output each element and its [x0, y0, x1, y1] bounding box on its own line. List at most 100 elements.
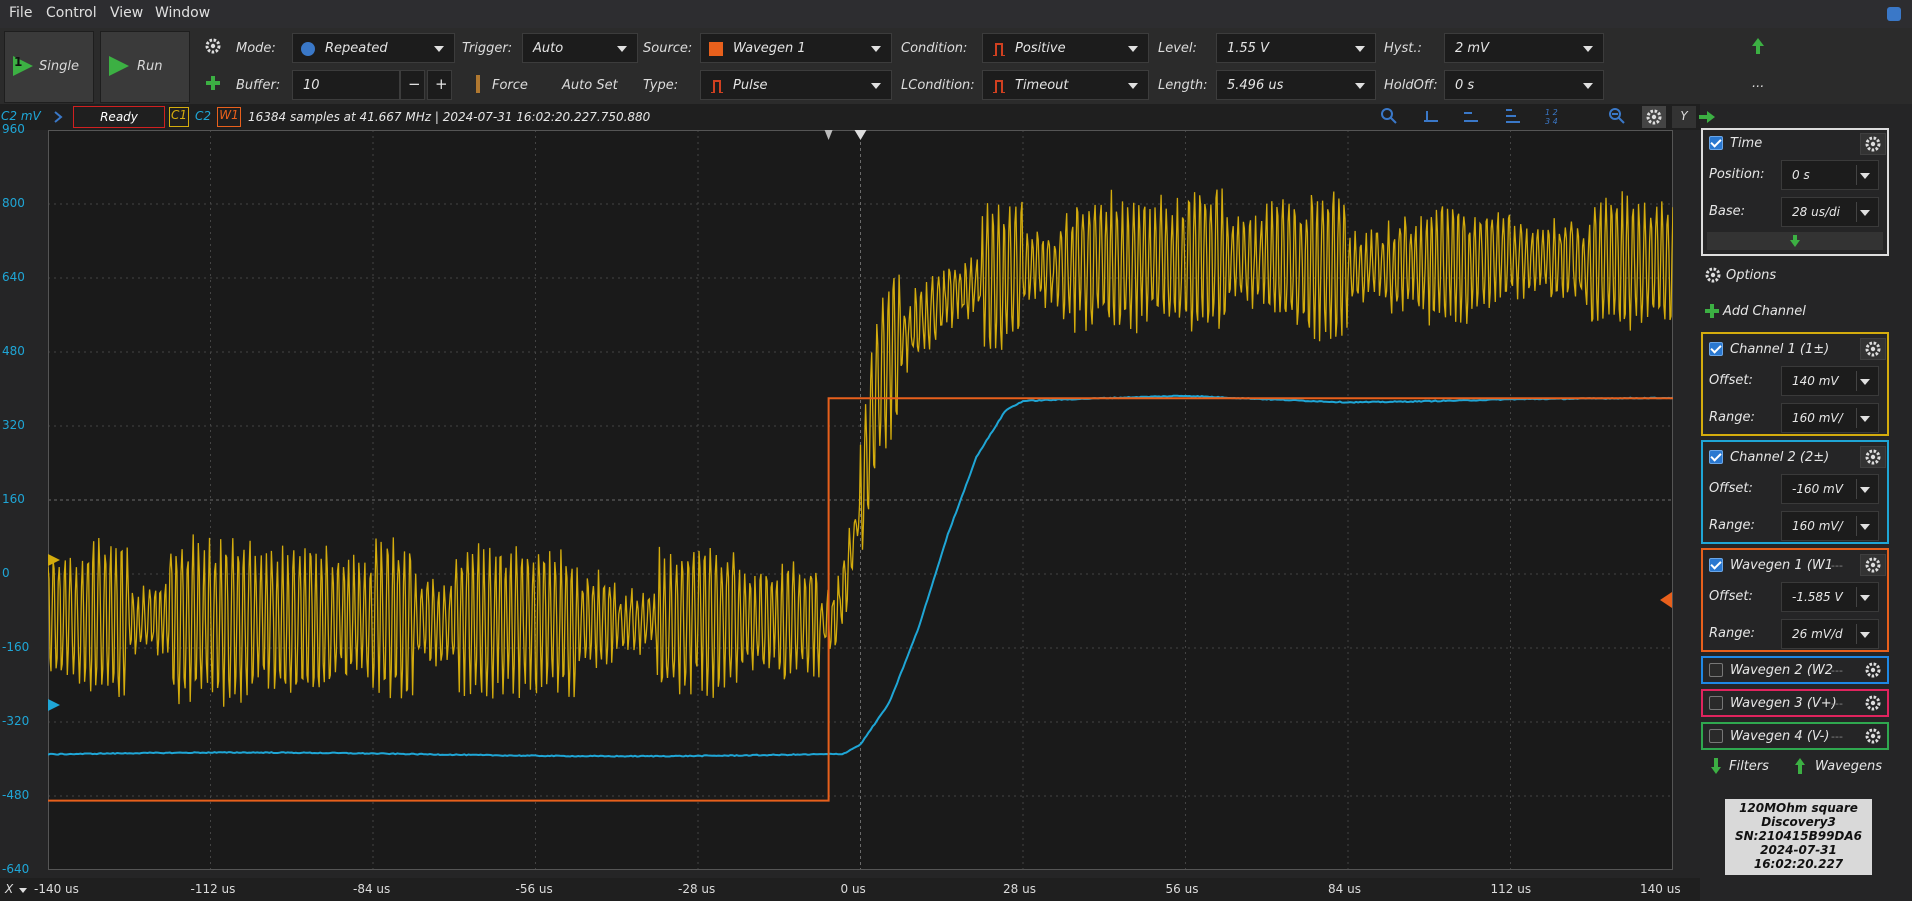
length-input[interactable]: 5.496 us: [1216, 70, 1376, 100]
collapse-up-icon[interactable]: [1750, 37, 1766, 55]
channel-order-icon[interactable]: 1 23 4: [1544, 107, 1564, 125]
channel2-offset-input[interactable]: -160 mV: [1781, 474, 1879, 504]
zoom-out-icon[interactable]: [1608, 107, 1626, 125]
window-restore-icon[interactable]: [1887, 7, 1901, 21]
state-text: Ready: [100, 110, 138, 124]
x-axis-dropdown-icon[interactable]: [19, 888, 27, 893]
trigger-label: Trigger:: [462, 41, 513, 56]
time-settings-button[interactable]: [1860, 133, 1886, 155]
collapse-right-icon[interactable]: [1698, 110, 1716, 124]
run-label: Run: [137, 59, 163, 74]
x-tick-label: 28 us: [1003, 882, 1036, 896]
gear-icon[interactable]: [1705, 267, 1721, 283]
arrow-up-icon[interactable]: [1794, 757, 1806, 775]
y-tick-label: 0: [2, 566, 10, 580]
wavegen1-range-input[interactable]: 26 mV/d: [1781, 619, 1879, 649]
chevron-down-icon: [1355, 83, 1365, 89]
time-position-input[interactable]: 0 s: [1781, 160, 1879, 190]
trigger-level-marker: [1660, 592, 1672, 608]
holdoff-input[interactable]: 0 s: [1444, 70, 1604, 100]
acquisition-info: 16384 samples at 41.667 MHz | 2024-07-31…: [248, 110, 651, 124]
chevron-down-icon: [1860, 173, 1870, 179]
wavegen3-enable-checkbox[interactable]: [1709, 696, 1723, 710]
scope-plot: [47, 129, 1674, 871]
channel1-tag[interactable]: C1: [169, 107, 189, 127]
lcondition-select[interactable]: Timeout: [982, 70, 1149, 100]
mode-select[interactable]: Repeated: [292, 33, 455, 63]
gear-icon: [1646, 109, 1662, 125]
buffer-decrement-button[interactable]: −: [400, 70, 425, 100]
mode-value: Repeated: [325, 41, 388, 56]
trigger-select[interactable]: Auto: [522, 33, 638, 63]
wavegen1-settings-button[interactable]: [1860, 554, 1886, 576]
x-tick-label: -112 us: [190, 882, 236, 896]
scope-plot-area[interactable]: [47, 129, 1674, 871]
wavegen1-enable-checkbox[interactable]: [1709, 558, 1723, 572]
time-base-input[interactable]: 28 us/di: [1781, 197, 1879, 227]
type-select[interactable]: Pulse: [700, 70, 892, 100]
gear-icon[interactable]: [205, 38, 221, 54]
chevron-down-icon: [1355, 46, 1365, 52]
level-input[interactable]: 1.55 V: [1216, 33, 1376, 63]
condition-select[interactable]: Positive: [982, 33, 1149, 63]
cursor-icon[interactable]: [1422, 107, 1440, 125]
wavegen1-offset-input[interactable]: -1.585 V: [1781, 582, 1879, 612]
gear-icon[interactable]: [1865, 662, 1881, 678]
channel1-range-input[interactable]: 160 mV/: [1781, 403, 1879, 433]
y-axis-select[interactable]: Y: [1672, 106, 1696, 128]
device-info-line: 2024-07-31 16:02:20.227: [1753, 843, 1844, 871]
trigger-holdoff-marker: [824, 130, 833, 140]
options-button[interactable]: Options: [1726, 268, 1776, 283]
menu-file[interactable]: File: [9, 5, 32, 21]
channel2-tag[interactable]: C2: [193, 107, 213, 129]
channel1-enable-checkbox[interactable]: [1709, 342, 1723, 356]
chevron-right-icon[interactable]: [53, 110, 63, 124]
cursor-delta-icon[interactable]: [1504, 107, 1522, 125]
cursor-level-icon[interactable]: [1462, 107, 1480, 125]
menu-window[interactable]: Window: [155, 5, 210, 21]
channel2-settings-button[interactable]: [1860, 446, 1886, 468]
wavegen1-range-value: 26 mV/d: [1792, 627, 1843, 641]
y-tick-label: 320: [2, 418, 25, 432]
wavegens-button[interactable]: Wavegens: [1815, 759, 1882, 774]
wavegen4-enable-checkbox[interactable]: [1709, 729, 1723, 743]
force-button[interactable]: Force: [492, 78, 528, 93]
channel2-enable-checkbox[interactable]: [1709, 450, 1723, 464]
time-enable-checkbox[interactable]: [1709, 136, 1723, 150]
channel2-range-input[interactable]: 160 mV/: [1781, 511, 1879, 541]
wavegen1-tag[interactable]: W1: [217, 107, 241, 127]
source-label: Source:: [643, 41, 693, 56]
y-axis-unit-label: C2 mV: [1, 109, 41, 123]
gear-icon[interactable]: [1865, 728, 1881, 744]
buffer-input[interactable]: 10: [292, 70, 400, 100]
channel1-title: Channel 1 (1±): [1730, 342, 1830, 357]
add-icon[interactable]: [205, 75, 221, 91]
filters-button[interactable]: Filters: [1729, 759, 1769, 774]
channel1-offset-input[interactable]: 140 mV: [1781, 366, 1879, 396]
add-channel-button[interactable]: Add Channel: [1723, 304, 1806, 319]
single-button[interactable]: 1 Single: [4, 31, 94, 103]
add-icon[interactable]: [1705, 304, 1719, 318]
zoom-in-icon[interactable]: [1380, 107, 1398, 125]
device-info-line: 120MOhm square: [1739, 801, 1858, 815]
menu-control[interactable]: Control: [46, 5, 97, 21]
channel1-settings-button[interactable]: [1860, 338, 1886, 360]
wavegen2-enable-checkbox[interactable]: [1709, 663, 1723, 677]
arrow-down-icon[interactable]: [1710, 757, 1722, 775]
more-button[interactable]: ...: [1752, 76, 1764, 91]
channel1-range-value: 160 mV/: [1792, 411, 1843, 425]
source-select[interactable]: Wavegen 1: [700, 33, 892, 63]
hyst-input[interactable]: 2 mV: [1444, 33, 1604, 63]
buffer-increment-button[interactable]: +: [427, 70, 452, 100]
wavegen1-offset-value: -1.585 V: [1792, 590, 1843, 604]
menu-view[interactable]: View: [110, 5, 143, 21]
time-expand-button[interactable]: [1707, 232, 1883, 250]
holdoff-value: 0 s: [1455, 78, 1475, 93]
run-button[interactable]: Run: [100, 31, 190, 103]
time-base-label: Base:: [1709, 204, 1746, 219]
plot-settings-button[interactable]: [1642, 106, 1666, 128]
svg-text:3 4: 3 4: [1545, 117, 1558, 125]
gear-icon[interactable]: [1865, 695, 1881, 711]
autoset-button[interactable]: Auto Set: [562, 78, 618, 93]
level-label: Level:: [1158, 41, 1197, 56]
